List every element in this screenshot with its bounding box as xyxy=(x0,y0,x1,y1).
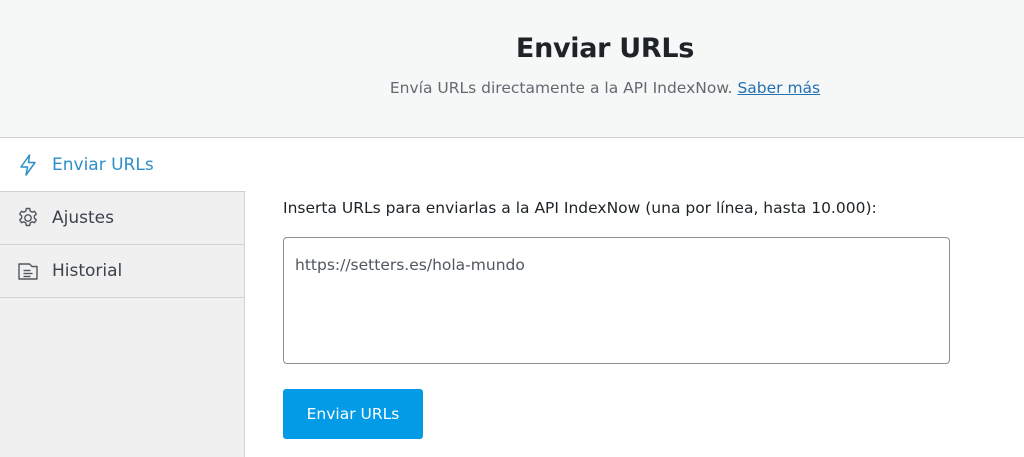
sidebar-item-label: Historial xyxy=(52,261,123,281)
sidebar-item-enviar-urls[interactable]: Enviar URLs xyxy=(0,139,246,192)
lightning-icon xyxy=(16,153,40,177)
learn-more-link[interactable]: Saber más xyxy=(737,79,820,97)
sidebar-item-historial[interactable]: Historial xyxy=(0,245,245,298)
sidebar: Enviar URLs Ajustes Historial xyxy=(0,139,246,457)
sidebar-item-label: Ajustes xyxy=(52,208,114,228)
page-header: Enviar URLs Envía URLs directamente a la… xyxy=(0,0,1024,138)
url-input-label: Inserta URLs para enviarlas a la API Ind… xyxy=(283,199,877,217)
page-title: Enviar URLs xyxy=(515,33,695,64)
sidebar-item-ajustes[interactable]: Ajustes xyxy=(0,192,245,245)
page-subtitle: Envía URLs directamente a la API IndexNo… xyxy=(0,79,1024,97)
subtitle-text: Envía URLs directamente a la API IndexNo… xyxy=(389,79,733,97)
document-icon xyxy=(16,259,40,283)
url-textarea[interactable] xyxy=(283,237,950,364)
gear-icon xyxy=(16,206,40,230)
submit-urls-button[interactable]: Enviar URLs xyxy=(283,389,423,439)
sidebar-item-label: Enviar URLs xyxy=(52,155,154,175)
